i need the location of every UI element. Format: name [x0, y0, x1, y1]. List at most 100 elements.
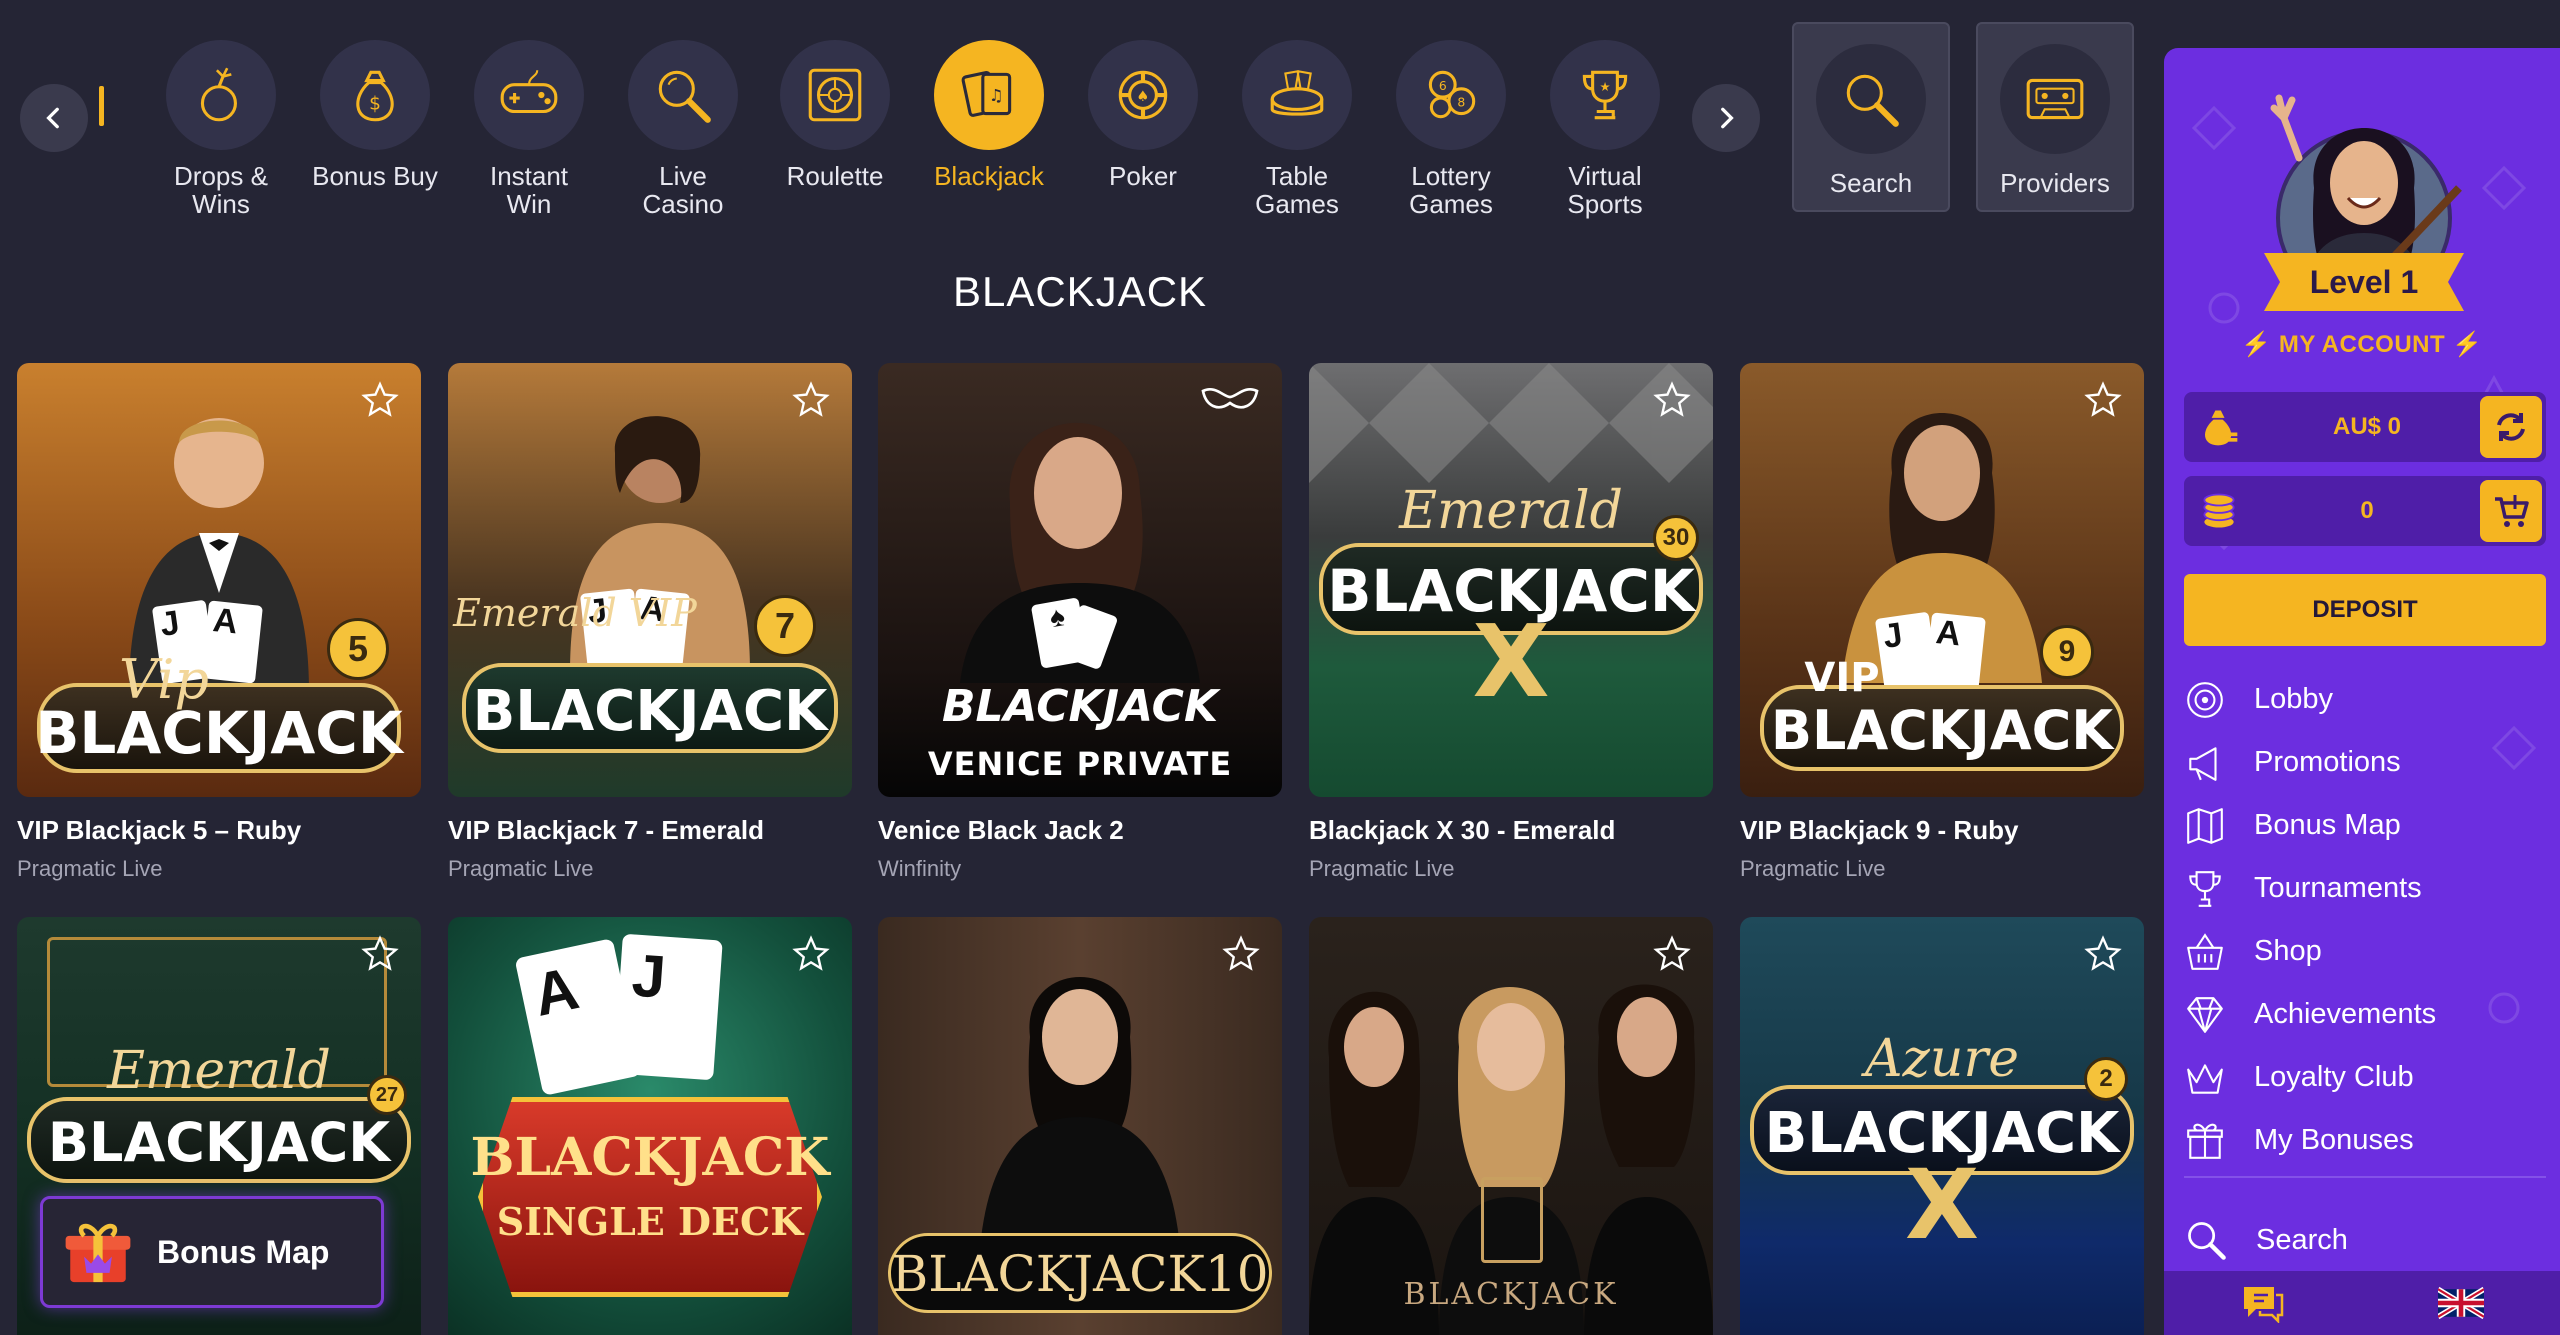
- game-thumbnail[interactable]: J A 7 Emerald VIP BLACKJACK: [448, 363, 852, 797]
- game-title[interactable]: VIP Blackjack 7 - Emerald: [448, 815, 852, 846]
- my-account-link[interactable]: ⚡ MY ACCOUNT ⚡: [2164, 330, 2560, 359]
- favorite-star-icon[interactable]: [1653, 935, 1691, 973]
- favorite-star-icon[interactable]: [2084, 935, 2122, 973]
- magnifier-icon: [658, 70, 711, 123]
- game-provider: Winfinity: [878, 856, 962, 881]
- sidebar-item-lobby[interactable]: Lobby: [2184, 668, 2546, 731]
- game-logo-main: BLACKJACK: [1403, 1277, 1619, 1312]
- scroll-right-button[interactable]: [1692, 84, 1760, 152]
- gift-icon: [2187, 1123, 2223, 1159]
- sidebar-item-my-bonuses[interactable]: My Bonuses: [2184, 1109, 2546, 1172]
- sidebar-item-search[interactable]: Search: [2184, 1218, 2348, 1262]
- shop-cart-button[interactable]: [2480, 480, 2542, 542]
- card-graphic: [1481, 1177, 1543, 1263]
- game-card[interactable]: J A 7 Emerald VIP BLACKJACK VIP Blackjac…: [448, 363, 852, 882]
- category-bonus-buy[interactable]: $ Bonus Buy: [300, 40, 450, 190]
- favorite-star-icon[interactable]: [1222, 935, 1260, 973]
- sidebar-item-tournaments[interactable]: Tournaments: [2184, 857, 2546, 920]
- card-graphic: J: [613, 933, 723, 1081]
- category-virtual-sports[interactable]: ★ Virtual Sports: [1530, 40, 1680, 218]
- game-thumbnail[interactable]: A J BLACKJACK SINGLE DECK: [448, 917, 852, 1335]
- game-card[interactable]: BLACKJACK: [1309, 917, 1713, 1335]
- sidebar-item-bonus-map[interactable]: Bonus Map: [2184, 794, 2546, 857]
- game-card[interactable]: BLACKJACK10: [878, 917, 1282, 1335]
- sidebar-item-loyalty-club[interactable]: Loyalty Club: [2184, 1046, 2546, 1109]
- game-thumbnail[interactable]: Emerald BLACKJACK X 30: [1309, 363, 1713, 797]
- trophy-icon: ★: [1582, 70, 1628, 120]
- poker-chip-icon: ♠: [1118, 70, 1168, 120]
- cassette-icon: [2026, 78, 2084, 120]
- gift-icon: [65, 1223, 131, 1283]
- svg-text:♫: ♫: [989, 86, 1004, 105]
- trophy-icon: [2189, 870, 2221, 907]
- game-title[interactable]: VIP Blackjack 9 - Ruby: [1740, 815, 2144, 846]
- game-card[interactable]: A J BLACKJACK SINGLE DECK: [448, 917, 852, 1335]
- scroll-left-button[interactable]: [20, 84, 88, 152]
- game-logo-main: BLACKJACK: [472, 679, 828, 744]
- game-logo-sub: SINGLE DECK: [496, 1199, 804, 1244]
- game-thumbnail[interactable]: ♠ BLACKJACK VENICE PRIVATE: [878, 363, 1282, 797]
- chevron-right-icon: [1721, 107, 1734, 129]
- favorite-star-icon[interactable]: [792, 935, 830, 973]
- coins-icon: [2203, 493, 2235, 528]
- level-badge: Level 1: [2264, 253, 2464, 311]
- search-tile[interactable]: Search: [1792, 22, 1950, 212]
- sidebar-item-promotions[interactable]: Promotions: [2184, 731, 2546, 794]
- game-logo-main: BLACKJACK: [35, 699, 403, 767]
- game-thumbnail[interactable]: BLACKJACK: [1309, 917, 1713, 1335]
- sidebar-item-shop[interactable]: Shop: [2184, 920, 2546, 983]
- deposit-button[interactable]: DEPOSIT: [2184, 574, 2546, 646]
- game-card[interactable]: J A 9 VIP BLACKJACK VIP Blackjack 9 - Ru…: [1740, 363, 2144, 882]
- game-card[interactable]: ♠ BLACKJACK VENICE PRIVATE Venice Black …: [878, 363, 1282, 882]
- game-card[interactable]: Azure BLACKJACK X 2: [1740, 917, 2144, 1335]
- favorite-star-icon[interactable]: [2084, 381, 2122, 419]
- table-number-badge: 27: [367, 1075, 407, 1115]
- category-live-casino[interactable]: Live Casino: [608, 40, 758, 218]
- game-thumbnail[interactable]: BLACKJACK10: [878, 917, 1282, 1335]
- chevron-left-icon: [46, 107, 59, 129]
- game-title[interactable]: Venice Black Jack 2: [878, 815, 1282, 846]
- category-poker[interactable]: ♠ Poker: [1068, 40, 1218, 190]
- table-number-badge: 30: [1653, 515, 1699, 561]
- refresh-icon: [2497, 413, 2525, 441]
- favorite-star-icon[interactable]: [792, 381, 830, 419]
- category-table-games[interactable]: Table Games: [1222, 40, 1372, 218]
- game-logo-main: BLACKJACK: [1770, 699, 2114, 762]
- favorite-star-icon[interactable]: [361, 381, 399, 419]
- game-title[interactable]: VIP Blackjack 5 – Ruby: [17, 815, 421, 846]
- category-instant-win[interactable]: Instant Win: [454, 40, 604, 218]
- dealer-image: [980, 977, 1180, 1247]
- balance-row: AU$ 0: [2184, 392, 2546, 462]
- bonus-map-floating-button[interactable]: Bonus Map: [40, 1196, 384, 1308]
- sidebar-footer: [2164, 1271, 2560, 1335]
- favorite-star-icon[interactable]: [1653, 381, 1691, 419]
- game-logo-main: BLACKJACK: [470, 1127, 830, 1188]
- category-drops-wins[interactable]: Drops & Wins: [146, 40, 296, 218]
- svg-text:6: 6: [1439, 79, 1447, 93]
- uk-flag-icon[interactable]: [2438, 1283, 2484, 1323]
- game-thumbnail[interactable]: Azure BLACKJACK X 2: [1740, 917, 2144, 1335]
- game-logo-main: BLACKJACK: [47, 1111, 391, 1174]
- game-thumbnail[interactable]: J A 9 VIP BLACKJACK: [1740, 363, 2144, 797]
- providers-tile[interactable]: Providers: [1976, 22, 2134, 212]
- game-card[interactable]: Emerald BLACKJACK X 30 Blackjack X 30 - …: [1309, 363, 1713, 882]
- chat-icon[interactable]: [2240, 1283, 2286, 1323]
- game-logo-top: VIP: [1804, 655, 1880, 701]
- refresh-balance-button[interactable]: [2480, 396, 2542, 458]
- game-provider: Pragmatic Live: [17, 856, 163, 881]
- game-thumbnail[interactable]: J A 5 Vip BLACKJACK: [17, 363, 421, 797]
- sidebar-item-achievements[interactable]: Achievements: [2184, 983, 2546, 1046]
- cards-icon: ♫: [961, 71, 1012, 117]
- category-blackjack[interactable]: ♫ Blackjack: [914, 40, 1064, 190]
- category-lottery-games[interactable]: 68 Lottery Games: [1376, 40, 1526, 218]
- game-logo-x: X: [1472, 603, 1550, 720]
- money-bag-icon: $: [356, 70, 394, 122]
- favorite-star-icon[interactable]: [361, 935, 399, 973]
- dealers-image: [1309, 984, 1713, 1335]
- game-title[interactable]: Blackjack X 30 - Emerald: [1309, 815, 1713, 846]
- game-provider: Pragmatic Live: [1740, 856, 1886, 881]
- category-roulette[interactable]: Roulette: [760, 40, 910, 190]
- coins-value: 0: [2360, 497, 2374, 524]
- svg-text:♠: ♠: [1137, 89, 1150, 105]
- game-card[interactable]: J A 5 Vip BLACKJACK VIP Blackjack 5 – Ru…: [17, 363, 421, 882]
